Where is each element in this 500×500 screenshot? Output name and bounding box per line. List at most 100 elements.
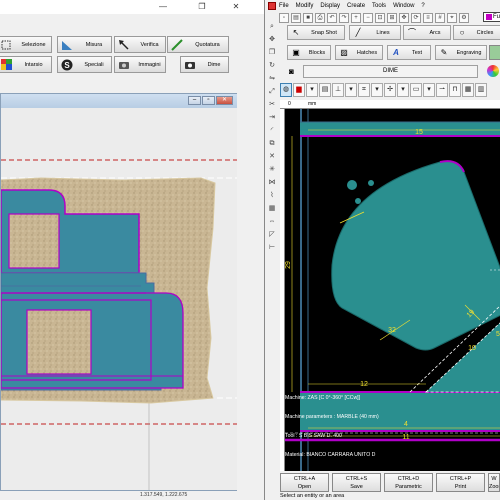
dime-strip: ◙ DIME (287, 65, 500, 79)
layer-color-icon[interactable]: ▆ (293, 82, 305, 97)
hatches-button[interactable]: ▨ Hatches (335, 45, 383, 60)
selezione-button[interactable]: Selezione (0, 36, 52, 53)
dime-button[interactable]: Dime (180, 56, 229, 73)
calc-tool-icon[interactable]: ▦ (462, 82, 474, 97)
dimensioning-icon (171, 38, 183, 51)
trim-icon[interactable]: ✂ (267, 100, 277, 110)
scale-icon[interactable]: ⤢ (267, 87, 277, 97)
dime-field[interactable]: DIME (303, 65, 478, 78)
polar-dropdown-icon[interactable]: ▾ (397, 82, 409, 97)
settings-icon[interactable]: ⚙ (459, 13, 469, 23)
refresh-icon[interactable]: ⟳ (411, 13, 421, 23)
immagini-button[interactable]: Immagini (114, 56, 166, 73)
menu-tools[interactable]: Tools (372, 3, 386, 9)
parametric-shortcut-button[interactable]: CTRL+D Parametric (384, 473, 433, 492)
snapshot-button[interactable]: ↖ Snap Shot (287, 25, 345, 40)
dimension-label: 4 (404, 421, 408, 428)
layers-icon[interactable]: ≡ (423, 13, 433, 23)
line-style-icon[interactable]: ▾ (306, 82, 318, 97)
rect-tool-icon[interactable]: ▭ (410, 82, 422, 97)
fillet-icon[interactable]: ◜ (267, 126, 277, 136)
menu-modify[interactable]: Modify (296, 3, 314, 9)
mirror-icon[interactable]: ⇋ (267, 74, 277, 84)
chamfer-icon[interactable]: ◸ (267, 230, 277, 240)
hatch-tool-icon[interactable]: ▤ (319, 82, 331, 97)
zoom-in-icon[interactable]: + (351, 13, 361, 23)
break-icon[interactable]: ⌇ (267, 191, 277, 201)
open-shortcut-button[interactable]: CTRL+A Open (280, 473, 329, 492)
print-shortcut-button[interactable]: CTRL+P Print (436, 473, 485, 492)
lines-button[interactable]: ╱ Lines (349, 25, 401, 40)
rotate-icon[interactable]: ↻ (267, 61, 277, 71)
measure-tool-icon[interactable]: ⌖ (447, 13, 457, 23)
grid-icon[interactable]: # (435, 13, 445, 23)
menu-help[interactable]: ? (421, 3, 424, 9)
print-icon[interactable]: ⎙ (315, 13, 325, 23)
arcs-button[interactable]: ⌒ Arcs (403, 25, 451, 40)
blocks-button[interactable]: ▣ Blocks (287, 45, 331, 60)
select-tool-icon[interactable]: ◍ (280, 82, 292, 97)
close-button[interactable]: ✕ (231, 2, 241, 12)
zoom-out-icon[interactable]: − (363, 13, 373, 23)
menu-file[interactable]: File (279, 3, 289, 9)
verifica-button[interactable]: Verifica (114, 36, 166, 53)
viewer-maximize-button[interactable]: ▫ (202, 96, 215, 105)
copy-icon[interactable]: ❐ (267, 48, 277, 58)
color-palette-icon[interactable] (487, 65, 499, 77)
menu-window[interactable]: Window (393, 3, 414, 9)
align-icon[interactable]: ⊢ (267, 243, 277, 253)
save-shortcut-button[interactable]: CTRL+S Save (332, 473, 381, 492)
offset-icon[interactable]: ⧉ (267, 139, 277, 149)
slab-canvas[interactable] (0, 108, 237, 490)
dimension-label: 32 (388, 327, 396, 334)
engraving-button[interactable]: ✎ Engraving (435, 45, 487, 60)
zoom-icon[interactable]: ⌕ (267, 22, 277, 32)
minimize-button[interactable]: — (158, 2, 168, 12)
undo-icon[interactable]: ↶ (327, 13, 337, 23)
zoom-window-icon[interactable]: ⊡ (375, 13, 385, 23)
redo-icon[interactable]: ↷ (339, 13, 349, 23)
vertical-tool-strip: ⌕ ✥ ❐ ↻ ⇋ ⤢ ✂ ⇥ ◜ ⧉ ✕ ✳ ⋈ ⌇ ▦ ⇔ ◸ ⊢ (266, 22, 278, 258)
viewer-minimize-button[interactable]: – (188, 96, 201, 105)
polar-tool-icon[interactable]: ✢ (384, 82, 396, 97)
quotatura-button[interactable]: Quotatura (167, 36, 229, 53)
layer-selector[interactable]: Fu (483, 12, 500, 22)
cad-drawing-area[interactable]: 0 mm 15 29 19 32 10 5 12 4 11 Machine: Z… (280, 100, 500, 471)
explode-icon[interactable]: ✳ (267, 165, 277, 175)
menu-create[interactable]: Create (347, 3, 365, 9)
zoom-shortcut-button[interactable]: W Zoom (488, 473, 500, 492)
ortho-tool-icon[interactable]: ⌗ (358, 82, 370, 97)
move-icon[interactable]: ✥ (267, 35, 277, 45)
material-swatch-icon[interactable] (489, 45, 500, 60)
circles-button[interactable]: ○ Circles (453, 25, 500, 40)
zoom-all-icon[interactable]: ⊞ (387, 13, 397, 23)
ortho-dropdown-icon[interactable]: ▾ (371, 82, 383, 97)
pan-icon[interactable]: ✥ (399, 13, 409, 23)
camera-icon[interactable]: ◙ (289, 66, 301, 77)
save-icon[interactable]: ■ (303, 13, 313, 23)
extend-icon[interactable]: ⇥ (267, 113, 277, 123)
arrow-tool-icon[interactable]: ⇀ (436, 82, 448, 97)
selezione-label: Selezione (21, 41, 46, 48)
slab-layout-drawing[interactable] (0, 108, 237, 490)
stretch-icon[interactable]: ⇔ (267, 217, 277, 227)
speciali-button[interactable]: S Speciali (57, 56, 112, 73)
menu-display[interactable]: Display (320, 3, 340, 9)
viewer-close-button[interactable]: ✕ (216, 96, 233, 105)
snap-tool-icon[interactable]: ⊥ (332, 82, 344, 97)
intarsio-button[interactable]: Intarsio (0, 56, 52, 73)
snap-dropdown-icon[interactable]: ▾ (345, 82, 357, 97)
misura-button[interactable]: Misura (57, 36, 112, 53)
immagini-label: Immagini (138, 61, 161, 68)
delete-icon[interactable]: ✕ (267, 152, 277, 162)
text-button[interactable]: A Text (387, 45, 431, 60)
array-icon[interactable]: ▦ (267, 204, 277, 214)
rect-dropdown-icon[interactable]: ▾ (423, 82, 435, 97)
bars-tool-icon[interactable]: ▥ (475, 82, 487, 97)
new-file-icon[interactable]: ▫ (279, 13, 289, 23)
open-file-icon[interactable]: ▤ (291, 13, 301, 23)
machine-parameters-line: Machine parameters : MARBLE (40 mm) (285, 414, 379, 421)
restore-button[interactable]: ❐ (197, 2, 207, 12)
join-icon[interactable]: ⋈ (267, 178, 277, 188)
fence-tool-icon[interactable]: ⊓ (449, 82, 461, 97)
